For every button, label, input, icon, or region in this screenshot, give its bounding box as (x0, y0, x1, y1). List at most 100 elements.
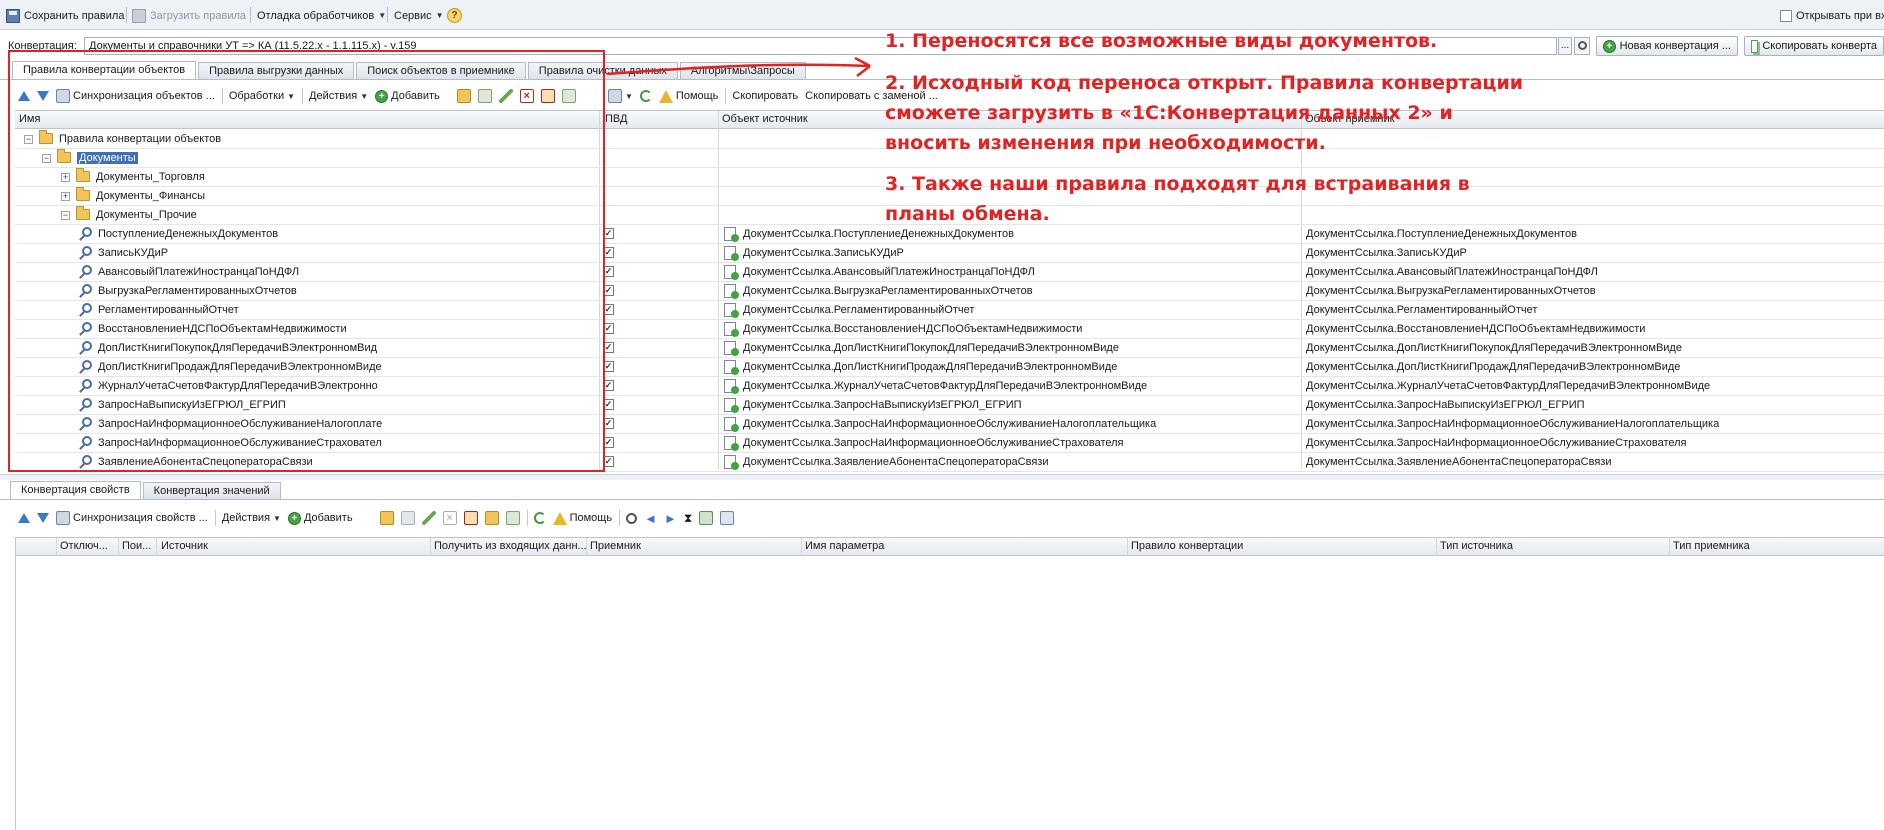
actions-menu[interactable]: Действия ▼ (222, 512, 281, 524)
table-row[interactable]: ЗаписьКУДиР ✓ ДокументСсылка.ЗаписьКУДиР До… (15, 244, 1884, 263)
add-button[interactable]: + Добавить (375, 89, 440, 103)
copy-button[interactable]: Скопировать (732, 90, 798, 102)
tab-object-search[interactable]: Поиск объектов в приемнике (356, 62, 526, 79)
table-row[interactable]: ДопЛистКнигиПокупокДляПередачиВЭлектронн… (15, 339, 1884, 358)
edit-button[interactable] (498, 89, 513, 103)
pvd-checkbox[interactable]: ✓ (603, 266, 614, 277)
tab-object-conversion-rules[interactable]: Правила конвертации объектов (12, 61, 197, 79)
pvd-checkbox[interactable]: ✓ (603, 399, 614, 410)
pvd-checkbox[interactable]: ✓ (603, 342, 614, 353)
help-button[interactable]: ? (447, 7, 462, 24)
table-row[interactable]: ЖурналУчетаСчетовФактурДляПередачиВЭлект… (15, 377, 1884, 396)
copy-conversion-button[interactable]: Скопировать конверта (1744, 36, 1884, 56)
pvd-checkbox[interactable]: ✓ (603, 285, 614, 296)
collapse-icon[interactable]: − (61, 211, 70, 220)
annotation-2-line3: вносить изменения при необходимости. (885, 132, 1326, 154)
column-pvd[interactable]: ПВД (605, 113, 627, 125)
delete-button[interactable]: × (519, 89, 534, 103)
copy-icon (400, 511, 415, 525)
column-conversion-rule[interactable]: Правило конвертации (1131, 540, 1243, 552)
sync-objects-button[interactable]: Синхронизация объектов ... (56, 89, 215, 103)
splitter[interactable] (0, 474, 1884, 480)
pvd-checkbox[interactable]: ✓ (603, 380, 614, 391)
mark-delete-button[interactable] (540, 89, 555, 103)
column-search[interactable]: Пои... (122, 540, 151, 552)
windows-button[interactable] (720, 511, 735, 525)
save-rules-button[interactable]: Сохранить правила (6, 7, 124, 24)
copy-item-button[interactable] (477, 89, 492, 103)
mark-delete-button[interactable] (463, 511, 478, 525)
collapse-icon[interactable]: − (24, 135, 33, 144)
find-button[interactable] (626, 512, 638, 524)
column-source[interactable]: Объект источник (722, 113, 808, 125)
settings-button[interactable] (699, 511, 714, 525)
move-up-button[interactable] (18, 91, 30, 101)
edit-button[interactable] (421, 511, 436, 525)
pvd-checkbox[interactable]: ✓ (603, 437, 614, 448)
ungroup-button[interactable] (505, 511, 520, 525)
handlers-menu[interactable]: Обработки ▼ (229, 90, 295, 102)
service-menu[interactable]: Сервис ▼ (394, 7, 444, 24)
table-row[interactable]: ПоступлениеДенежныхДокументов ✓ ДокументСс… (15, 225, 1884, 244)
checkbox[interactable] (1780, 9, 1792, 22)
add-button[interactable]: + Добавить (287, 511, 353, 525)
table-row[interactable]: ДопЛистКнигиПродажДляПередачиВЭлектронно… (15, 358, 1884, 377)
table-row[interactable]: ЗапросНаИнформационноеОбслуживаниеСтрахо… (15, 434, 1884, 453)
forward-button[interactable]: ► (664, 511, 677, 526)
search-button[interactable] (1574, 37, 1590, 55)
add-folder-button[interactable] (379, 511, 394, 525)
column-get-from-incoming[interactable]: Получить из входящих данн... (434, 540, 587, 552)
back-button[interactable]: ◄ (644, 511, 657, 526)
pvd-checkbox[interactable]: ✓ (603, 228, 614, 239)
pvd-checkbox[interactable]: ✓ (603, 361, 614, 372)
expand-icon[interactable]: + (61, 192, 70, 201)
filter-button[interactable]: ⧗ (684, 511, 692, 526)
column-source-type[interactable]: Тип источника (1440, 540, 1513, 552)
sync-properties-button[interactable]: Синхронизация свойств ... (56, 511, 208, 525)
table-row[interactable]: РегламентированныйОтчет ✓ ДокументСсылка.Р… (15, 301, 1884, 320)
actions-menu[interactable]: Действия ▼ (309, 90, 368, 102)
copy-item-button[interactable] (400, 511, 415, 525)
add-folder-button[interactable] (456, 89, 471, 103)
expand-icon[interactable]: + (61, 173, 70, 182)
select-button[interactable]: ... (1558, 37, 1572, 55)
table-row[interactable]: ЗаявлениеАбонентаСпецоператораСвязи ✓ Доку… (15, 453, 1884, 472)
help-button[interactable]: Помощь (552, 511, 612, 525)
column-target[interactable]: Приемник (590, 540, 641, 552)
group-button[interactable] (484, 511, 499, 525)
tab-property-conversion[interactable]: Конвертация свойств (10, 481, 141, 499)
move-down-button[interactable] (37, 513, 49, 523)
tab-data-export-rules[interactable]: Правила выгрузки данных (198, 62, 355, 79)
move-down-button[interactable] (37, 91, 49, 101)
refresh-button[interactable] (639, 90, 652, 102)
pvd-checkbox[interactable]: ✓ (603, 418, 614, 429)
column-target-type[interactable]: Тип приемника (1673, 540, 1750, 552)
open-on-start-checkbox[interactable]: Открывать при вх (1780, 7, 1884, 24)
new-conversion-button[interactable]: + Новая конвертация ... (1596, 36, 1738, 56)
service-label: Сервис (394, 9, 432, 22)
source-object-icon (724, 417, 739, 432)
load-rules-button[interactable]: Загрузить правила (132, 7, 246, 24)
debug-handlers-menu[interactable]: Отладка обработчиков ▼ (257, 7, 386, 24)
pvd-checkbox[interactable]: ✓ (603, 456, 614, 467)
column-source[interactable]: Источник (161, 540, 208, 552)
output-button[interactable]: ▼ (608, 89, 633, 103)
table-row[interactable]: ВыгрузкаРегламентированныхОтчетов ✓ Докуме… (15, 282, 1884, 301)
collapse-icon[interactable]: − (42, 154, 51, 163)
help-tool-button[interactable]: Помощь (658, 89, 718, 103)
tab-value-conversion[interactable]: Конвертация значений (142, 482, 281, 499)
hierarchy-button[interactable] (561, 89, 576, 103)
table-row[interactable]: ВосстановлениеНДСПоОбъектамНедвижимости ✓… (15, 320, 1884, 339)
column-parameter-name[interactable]: Имя параметра (805, 540, 884, 552)
move-up-button[interactable] (18, 513, 30, 523)
table-row[interactable]: ЗапросНаИнформационноеОбслуживаниеНалого… (15, 415, 1884, 434)
pvd-checkbox[interactable]: ✓ (603, 304, 614, 315)
column-disabled[interactable]: Отключ... (60, 540, 108, 552)
pvd-checkbox[interactable]: ✓ (603, 247, 614, 258)
pvd-checkbox[interactable]: ✓ (603, 323, 614, 334)
refresh-button[interactable] (533, 512, 546, 524)
table-row[interactable]: АвансовыйПлатежИностранцаПоНДФЛ ✓ Документ… (15, 263, 1884, 282)
table-row[interactable]: ЗапросНаВыпискуИзЕГРЮЛ_ЕГРИП ✓ ДокументСсы… (15, 396, 1884, 415)
delete-button[interactable]: × (442, 511, 457, 525)
column-name[interactable]: Имя (19, 113, 40, 125)
